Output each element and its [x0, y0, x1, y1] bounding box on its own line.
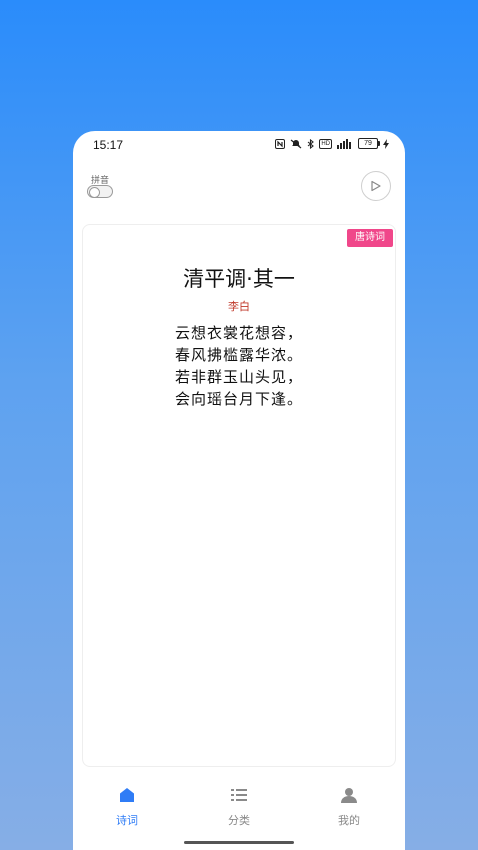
- tab-mine[interactable]: 我的: [309, 786, 389, 828]
- status-time: 15:17: [93, 138, 124, 152]
- user-icon: [341, 788, 357, 803]
- bottom-tab-bar: 诗词 分类 我的: [73, 770, 405, 850]
- poem-line: 会向瑶台月下逢。: [174, 390, 303, 408]
- poem-lines: 云想衣裳花想容， 春风拂槛露华浓。 若非群玉山头见， 会向瑶台月下逢。: [83, 322, 395, 410]
- list-icon: [231, 789, 247, 801]
- home-indicator: [184, 841, 294, 844]
- bluetooth-icon: [307, 138, 315, 149]
- poem-card: 唐诗词 清平调·其一 李白 云想衣裳花想容， 春风拂槛露华浓。 若非群玉山头见，…: [82, 224, 396, 767]
- battery-icon: 79: [358, 138, 380, 149]
- signal-icon: [337, 138, 351, 149]
- status-bar: 15:17 HD 79: [73, 131, 405, 159]
- poem-line: 云想衣裳花想容，: [174, 324, 303, 342]
- category-tag[interactable]: 唐诗词: [347, 229, 393, 247]
- tab-categories[interactable]: 分类: [199, 786, 279, 828]
- status-icons: HD 79: [275, 138, 389, 149]
- mute-icon: [290, 139, 302, 148]
- poem-line: 若非群玉山头见，: [174, 368, 303, 386]
- play-icon: [371, 180, 381, 192]
- nfc-icon: [275, 138, 286, 149]
- hd-icon: HD: [319, 138, 332, 149]
- poem-line: 春风拂槛露华浓。: [174, 346, 303, 364]
- poem-title: 清平调·其一: [183, 267, 295, 291]
- poem-author: 李白: [228, 300, 250, 313]
- phone-screen: 15:17 HD 79 拼音 唐诗词 清平调·其一 李白 云想衣裳花想容， 春风…: [73, 131, 405, 850]
- tab-label: 分类: [228, 814, 250, 827]
- tab-poems[interactable]: 诗词: [87, 786, 167, 828]
- tab-label: 我的: [338, 814, 360, 827]
- tab-label: 诗词: [116, 814, 138, 827]
- charging-icon: [383, 138, 389, 149]
- play-button[interactable]: [361, 171, 391, 201]
- home-icon: [120, 788, 134, 802]
- toggle-knob: [89, 187, 100, 198]
- pinyin-toggle[interactable]: [87, 185, 113, 198]
